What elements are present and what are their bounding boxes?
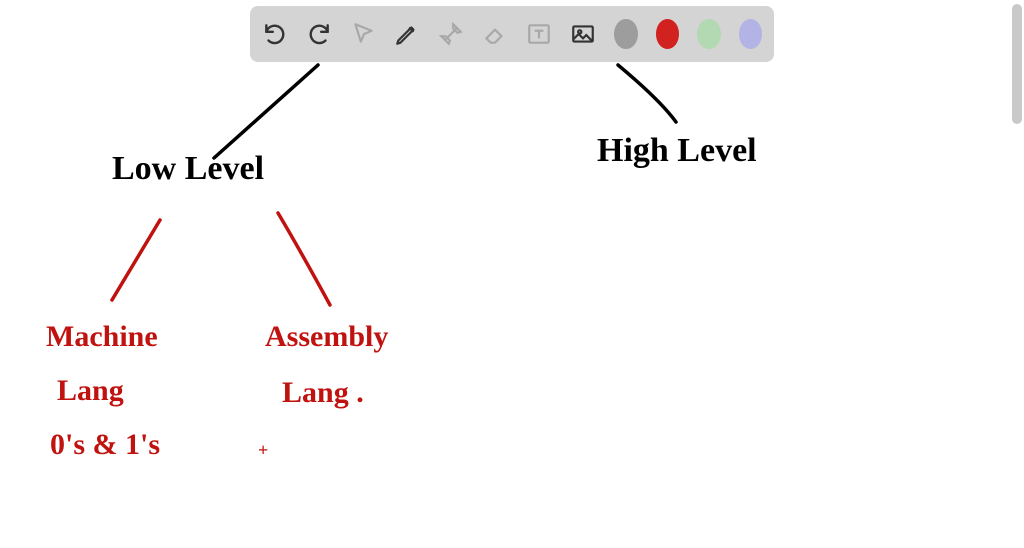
tools-icon[interactable] [438, 19, 464, 49]
whiteboard-stage: Low Level High Level Machine Lang 0's & … [0, 0, 1024, 548]
eraser-icon[interactable] [482, 19, 508, 49]
pen-icon[interactable] [394, 19, 420, 49]
node-high-level: High Level [597, 132, 757, 170]
node-machine-line3: 0's & 1's [50, 428, 160, 462]
image-icon[interactable] [570, 19, 596, 49]
redo-icon[interactable] [306, 19, 332, 49]
node-machine-line1: Machine [46, 320, 158, 354]
vertical-scrollbar[interactable] [1012, 4, 1022, 124]
node-machine-line2: Lang [57, 374, 124, 408]
undo-icon[interactable] [262, 19, 288, 49]
select-icon[interactable] [350, 19, 376, 49]
node-low-level: Low Level [112, 150, 264, 188]
diagram-edges [0, 0, 1024, 548]
node-assembly-line2: Lang . [282, 376, 364, 410]
color-gray[interactable] [614, 19, 638, 49]
color-red[interactable] [656, 19, 680, 49]
text-icon[interactable] [526, 19, 552, 49]
node-assembly-line1: Assembly [265, 320, 388, 354]
color-green[interactable] [697, 19, 721, 49]
node-assembly-mark: + [258, 440, 268, 461]
drawing-toolbar [250, 6, 774, 62]
color-purple[interactable] [739, 19, 763, 49]
